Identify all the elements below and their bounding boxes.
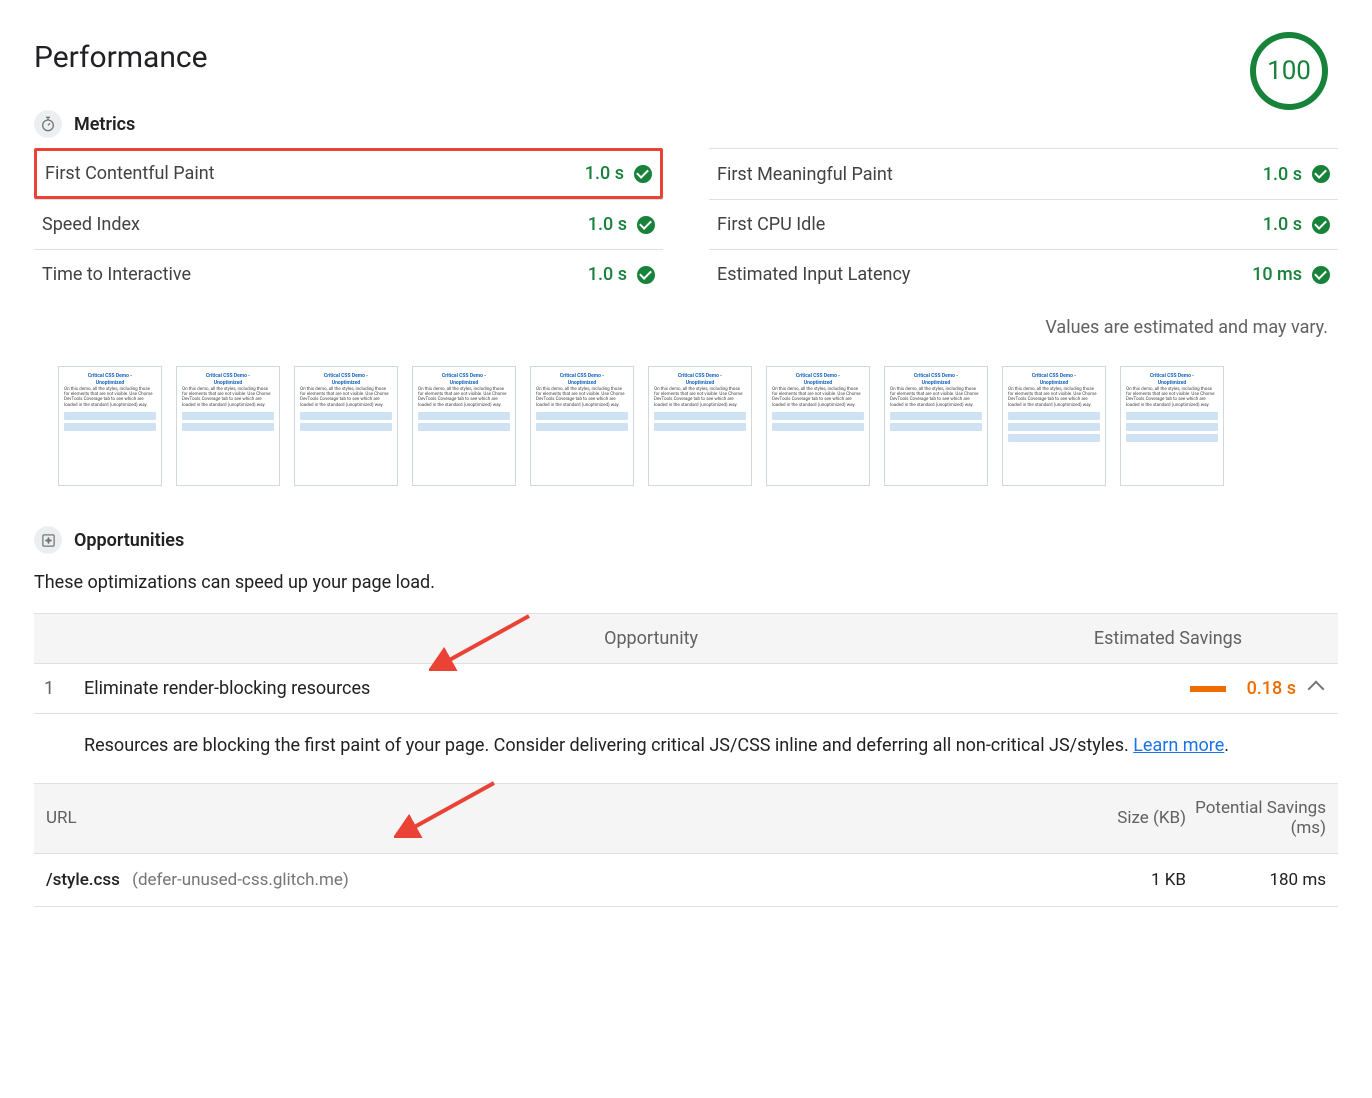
stopwatch-icon	[34, 110, 62, 138]
opportunity-value: 0.18 s	[1238, 678, 1296, 699]
opportunities-heading: Opportunities	[74, 530, 184, 551]
metrics-grid: First Contentful Paint 1.0 s First Meani…	[34, 148, 1338, 299]
filmstrip-frame: Critical CSS Demo -UnoptimizedOn this de…	[176, 366, 280, 486]
check-icon	[637, 216, 655, 234]
resource-row[interactable]: /style.css (defer-unused-css.glitch.me) …	[34, 854, 1338, 907]
metric-first-cpu-idle[interactable]: First CPU Idle 1.0 s	[709, 199, 1338, 249]
filmstrip-frame: Critical CSS Demo -UnoptimizedOn this de…	[1002, 366, 1106, 486]
filmstrip-frame: Critical CSS Demo -UnoptimizedOn this de…	[58, 366, 162, 486]
check-icon	[1312, 165, 1330, 183]
filmstrip-frame: Critical CSS Demo -UnoptimizedOn this de…	[648, 366, 752, 486]
metric-label: Time to Interactive	[42, 264, 191, 285]
col-opportunity: Opportunity	[54, 628, 1018, 649]
resource-host: (defer-unused-css.glitch.me)	[132, 870, 349, 890]
metric-label: Estimated Input Latency	[717, 264, 910, 285]
metric-label: First Meaningful Paint	[717, 164, 893, 185]
metric-first-meaningful-paint[interactable]: First Meaningful Paint 1.0 s	[709, 148, 1338, 199]
metrics-section-head: Metrics	[34, 110, 1338, 138]
metric-value: 1.0 s	[1263, 164, 1302, 185]
metric-value: 1.0 s	[588, 264, 627, 285]
check-icon	[1312, 266, 1330, 284]
chevron-up-icon[interactable]	[1308, 680, 1325, 697]
performance-score-ring: 100	[1250, 32, 1328, 110]
resources-table-header: URL Size (KB) Potential Savings (ms)	[34, 784, 1338, 854]
col-url: URL	[46, 808, 1046, 828]
filmstrip-frame: Critical CSS Demo -UnoptimizedOn this de…	[884, 366, 988, 486]
check-icon	[634, 165, 652, 183]
metric-speed-index[interactable]: Speed Index 1.0 s	[34, 199, 663, 249]
metric-value: 1.0 s	[1263, 214, 1302, 235]
col-estimated-savings: Estimated Savings	[1018, 628, 1318, 649]
filmstrip-frame: Critical CSS Demo -UnoptimizedOn this de…	[530, 366, 634, 486]
filmstrip: Critical CSS Demo -UnoptimizedOn this de…	[58, 366, 1338, 486]
savings-bar	[1190, 686, 1226, 692]
resource-file: /style.css	[46, 870, 120, 890]
opportunity-row[interactable]: 1 Eliminate render-blocking resources 0.…	[34, 664, 1338, 714]
sparkle-icon	[34, 526, 62, 554]
opportunities-section-head: Opportunities	[34, 526, 1338, 554]
col-potential-savings: Potential Savings (ms)	[1186, 798, 1326, 839]
col-size: Size (KB)	[1046, 808, 1186, 828]
metric-estimated-input-latency[interactable]: Estimated Input Latency 10 ms	[709, 249, 1338, 299]
resource-savings: 180 ms	[1186, 870, 1326, 890]
metrics-footnote: Values are estimated and may vary.	[34, 317, 1328, 338]
learn-more-link[interactable]: Learn more	[1133, 735, 1224, 756]
filmstrip-frame: Critical CSS Demo -UnoptimizedOn this de…	[766, 366, 870, 486]
metrics-heading: Metrics	[74, 114, 135, 135]
filmstrip-frame: Critical CSS Demo -UnoptimizedOn this de…	[412, 366, 516, 486]
opportunities-description: These optimizations can speed up your pa…	[34, 572, 1338, 593]
metric-label: First Contentful Paint	[45, 163, 215, 184]
metric-label: First CPU Idle	[717, 214, 825, 235]
opportunity-detail-text: Resources are blocking the first paint o…	[84, 735, 1133, 756]
opportunity-detail: Resources are blocking the first paint o…	[34, 714, 1338, 784]
opportunity-name: Eliminate render-blocking resources	[84, 678, 1190, 699]
opportunities-table-header: Opportunity Estimated Savings	[34, 613, 1338, 664]
metric-value: 10 ms	[1252, 264, 1302, 285]
metric-value: 1.0 s	[588, 214, 627, 235]
metric-value: 1.0 s	[585, 163, 624, 184]
opportunity-index: 1	[44, 678, 84, 699]
metric-time-to-interactive[interactable]: Time to Interactive 1.0 s	[34, 249, 663, 299]
metric-first-contentful-paint[interactable]: First Contentful Paint 1.0 s	[34, 148, 663, 199]
resource-size: 1 KB	[1046, 870, 1186, 890]
filmstrip-frame: Critical CSS Demo -UnoptimizedOn this de…	[294, 366, 398, 486]
check-icon	[1312, 216, 1330, 234]
filmstrip-frame: Critical CSS Demo -UnoptimizedOn this de…	[1120, 366, 1224, 486]
metric-label: Speed Index	[42, 214, 140, 235]
page-title: Performance	[34, 40, 208, 75]
check-icon	[637, 266, 655, 284]
